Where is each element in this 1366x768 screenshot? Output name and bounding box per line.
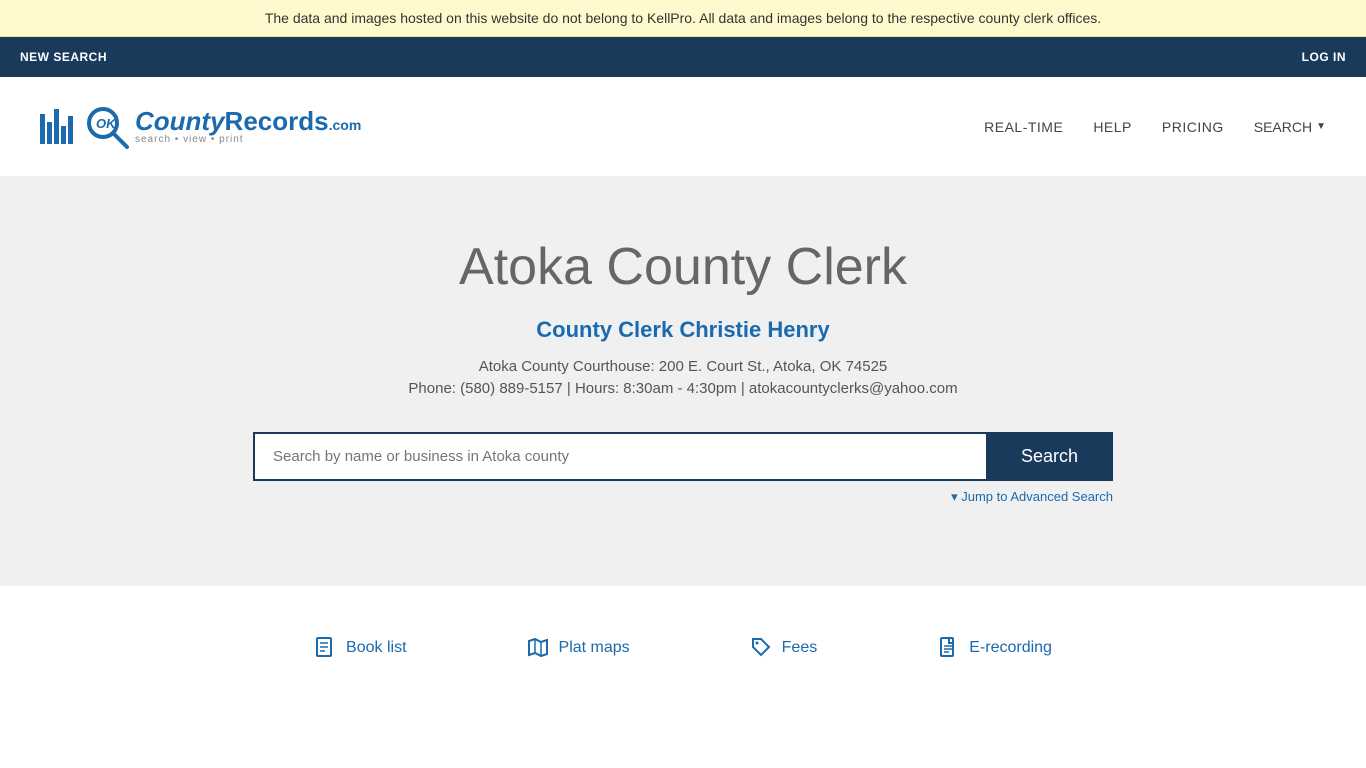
logo-brand-text: CountyRecords.com search • view • print xyxy=(135,108,361,145)
notice-banner: The data and images hosted on this websi… xyxy=(0,0,1366,37)
nav-search-label: SEARCH xyxy=(1254,119,1312,135)
main-nav: REAL-TIME HELP PRICING SEARCH ▼ xyxy=(984,119,1326,135)
advanced-search-container: ▾ Jump to Advanced Search xyxy=(253,489,1113,505)
footer-link-label: Plat maps xyxy=(559,639,630,657)
logo-bars-icon xyxy=(40,109,73,144)
bar2 xyxy=(47,122,52,144)
book-icon xyxy=(314,636,338,660)
footer-link-document-icon[interactable]: E-recording xyxy=(937,636,1052,660)
top-nav-bar: NEW SEARCH LOG IN xyxy=(0,37,1366,77)
tag-icon xyxy=(750,636,774,660)
logo-tagline: search • view • print xyxy=(135,134,361,145)
footer-links-section: Book list Plat maps Fees E-recording xyxy=(0,585,1366,710)
logo-dotcom: .com xyxy=(329,117,362,133)
nav-search-dropdown[interactable]: SEARCH ▼ xyxy=(1254,119,1326,135)
county-title: Atoka County Clerk xyxy=(20,237,1346,297)
footer-link-tag-icon[interactable]: Fees xyxy=(750,636,818,660)
nav-help[interactable]: HELP xyxy=(1093,119,1132,135)
advanced-search-link[interactable]: ▾ Jump to Advanced Search xyxy=(951,489,1113,504)
nav-pricing[interactable]: PRICING xyxy=(1162,119,1224,135)
logo-wrapper: OK CountyRecords.com search • view • pri… xyxy=(40,103,361,151)
footer-link-map-icon[interactable]: Plat maps xyxy=(527,636,630,660)
bar1 xyxy=(40,114,45,144)
clerk-contact: Phone: (580) 889-5157 | Hours: 8:30am - … xyxy=(20,380,1346,397)
logo-circle-icon: OK xyxy=(83,103,131,151)
hero-section: Atoka County Clerk County Clerk Christie… xyxy=(0,177,1366,585)
new-search-link[interactable]: NEW SEARCH xyxy=(20,50,107,64)
document-icon xyxy=(937,636,961,660)
search-form: Search xyxy=(253,432,1113,481)
footer-link-label: Fees xyxy=(782,639,818,657)
footer-link-label: Book list xyxy=(346,639,406,657)
bar3 xyxy=(54,109,59,144)
site-header: OK CountyRecords.com search • view • pri… xyxy=(0,77,1366,177)
nav-realtime[interactable]: REAL-TIME xyxy=(984,119,1063,135)
clerk-address: Atoka County Courthouse: 200 E. Court St… xyxy=(20,358,1346,375)
banner-text: The data and images hosted on this websi… xyxy=(265,10,1101,26)
clerk-name: County Clerk Christie Henry xyxy=(20,317,1346,343)
bar5 xyxy=(68,116,73,144)
svg-text:OK: OK xyxy=(96,116,117,131)
footer-link-book-icon[interactable]: Book list xyxy=(314,636,406,660)
search-input[interactable] xyxy=(253,432,986,481)
footer-link-label: E-recording xyxy=(969,639,1052,657)
logo-records: Records xyxy=(225,106,329,136)
bar4 xyxy=(61,126,66,144)
chevron-down-icon: ▼ xyxy=(1316,121,1326,132)
map-icon xyxy=(527,636,551,660)
search-button[interactable]: Search xyxy=(986,432,1113,481)
login-link[interactable]: LOG IN xyxy=(1302,50,1346,64)
logo-area[interactable]: OK CountyRecords.com search • view • pri… xyxy=(40,103,361,151)
logo-ok: County xyxy=(135,106,225,136)
